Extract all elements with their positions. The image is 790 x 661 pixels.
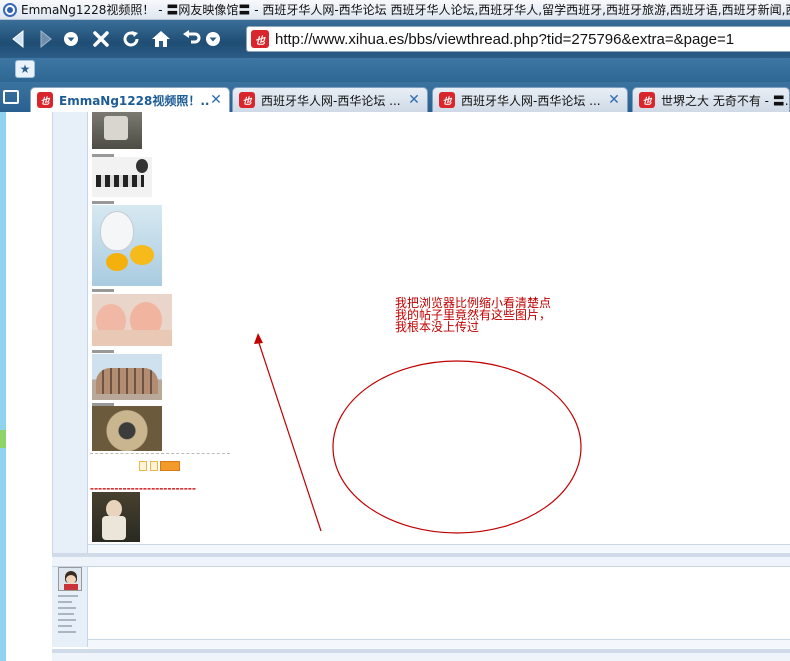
annotation-text: 我把浏览器比例缩小看清楚点 我的帖子里竟然有这些图片， 我根本没上传过	[395, 297, 565, 333]
arrow-head-icon	[254, 333, 263, 344]
annotation-ellipse	[332, 360, 582, 534]
annotation-arrow	[257, 339, 322, 532]
annotation-line: 我根本没上传过	[395, 320, 480, 334]
browser-window: EmmaNg1228视频照！ - 〓网友映像馆〓 - 西班牙华人网-西华论坛 西…	[0, 0, 790, 661]
